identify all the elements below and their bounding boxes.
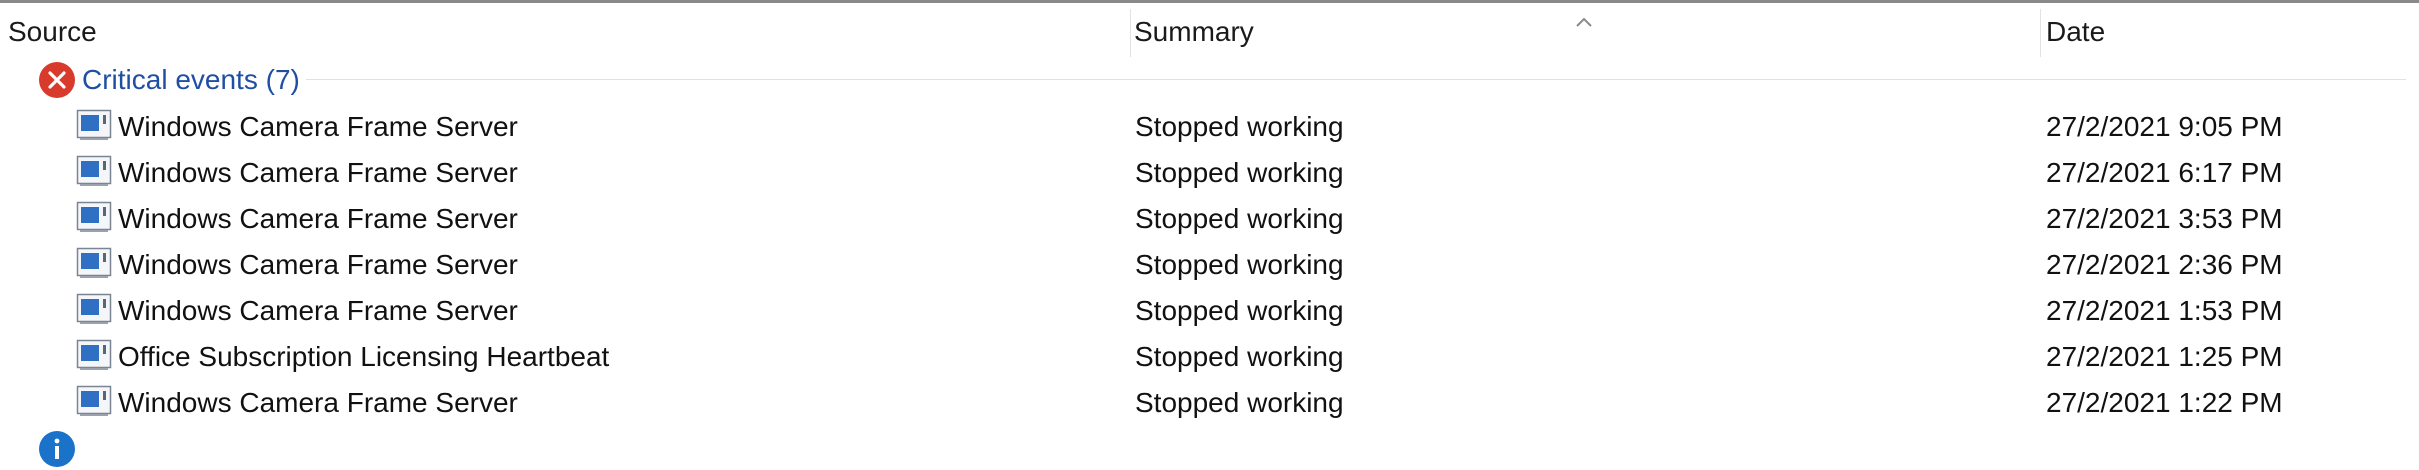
cell-summary: Stopped working	[1135, 249, 1344, 280]
table-row[interactable]: Windows Camera Frame Server Stopped worki…	[0, 380, 2419, 426]
info-icon	[39, 431, 75, 467]
column-separator[interactable]	[2040, 9, 2041, 57]
cell-source: Windows Camera Frame Server	[118, 157, 518, 188]
application-window-icon	[76, 109, 112, 141]
application-window-icon	[76, 385, 112, 417]
sort-ascending-icon	[1576, 17, 1592, 27]
cell-summary: Stopped working	[1135, 295, 1344, 326]
application-window-icon	[76, 247, 112, 279]
table-row[interactable]: Windows Camera Frame Server Stopped worki…	[0, 150, 2419, 196]
cell-summary: Stopped working	[1135, 157, 1344, 188]
column-separator[interactable]	[1130, 9, 1131, 57]
table-row[interactable]: Windows Camera Frame Server Stopped worki…	[0, 242, 2419, 288]
column-header-summary[interactable]: Summary	[1134, 3, 2040, 60]
group-label[interactable]: Critical events (7)	[82, 60, 300, 100]
table-row[interactable]: Windows Camera Frame Server Stopped worki…	[0, 288, 2419, 334]
cell-source: Windows Camera Frame Server	[118, 387, 518, 418]
table-row[interactable]: Windows Camera Frame Server Stopped worki…	[0, 196, 2419, 242]
cell-summary: Stopped working	[1135, 341, 1344, 372]
cell-date: 27/2/2021 6:17 PM	[2046, 157, 2283, 188]
cell-source: Office Subscription Licensing Heartbeat	[118, 341, 610, 372]
application-window-icon	[76, 293, 112, 325]
cell-date: 27/2/2021 1:53 PM	[2046, 295, 2283, 326]
table-row[interactable]: Windows Camera Frame Server Stopped worki…	[0, 104, 2419, 150]
column-header-source[interactable]: Source	[8, 3, 1128, 60]
cell-date: 27/2/2021 1:22 PM	[2046, 387, 2283, 418]
group-critical-events[interactable]: Critical events (7)	[38, 60, 2408, 100]
cell-summary: Stopped working	[1135, 387, 1344, 418]
table-row[interactable]: Office Subscription Licensing Heartbeat S…	[0, 334, 2419, 380]
cell-date: 27/2/2021 2:36 PM	[2046, 249, 2283, 280]
cell-source: Windows Camera Frame Server	[118, 249, 518, 280]
cell-summary: Stopped working	[1135, 203, 1344, 234]
cell-source: Windows Camera Frame Server	[118, 203, 518, 234]
group-informational-events[interactable]	[38, 430, 438, 470]
application-window-icon	[76, 155, 112, 187]
cell-summary: Stopped working	[1135, 111, 1344, 142]
group-divider	[306, 79, 2406, 80]
application-window-icon	[76, 339, 112, 371]
column-header-date[interactable]: Date	[2046, 3, 2406, 60]
cell-source: Windows Camera Frame Server	[118, 111, 518, 142]
cell-date: 27/2/2021 1:25 PM	[2046, 341, 2283, 372]
cell-date: 27/2/2021 3:53 PM	[2046, 203, 2283, 234]
events-list: Windows Camera Frame Server Stopped worki…	[0, 104, 2419, 426]
column-header-row: Source Summary Date	[0, 3, 2419, 60]
cell-date: 27/2/2021 9:05 PM	[2046, 111, 2283, 142]
error-x-icon	[39, 62, 75, 98]
cell-source: Windows Camera Frame Server	[118, 295, 518, 326]
application-window-icon	[76, 201, 112, 233]
